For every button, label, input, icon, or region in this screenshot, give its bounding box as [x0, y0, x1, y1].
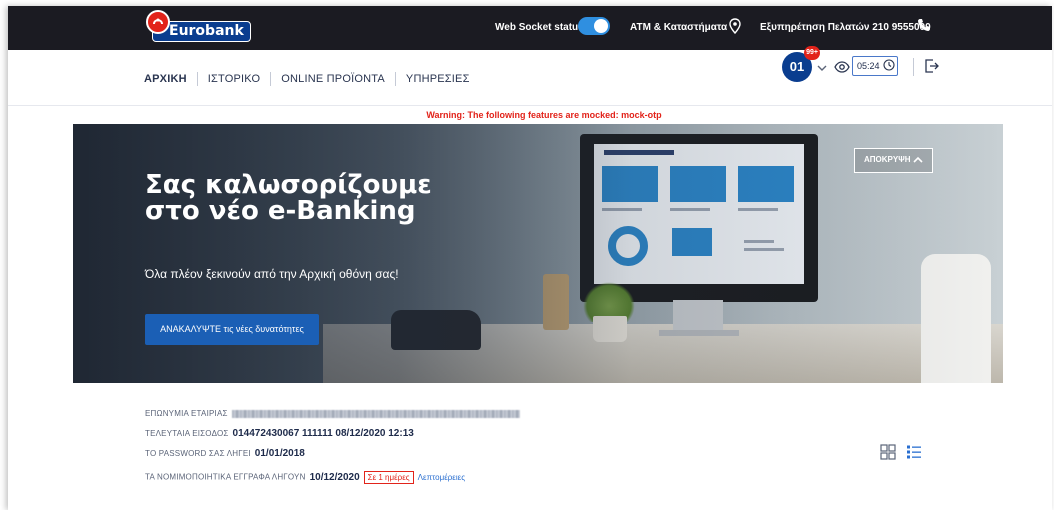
password-expiry-value: 01/01/2018 [254, 448, 305, 459]
grid-view-icon[interactable] [880, 444, 896, 460]
list-view-icon[interactable] [906, 444, 922, 460]
days-remaining-badge: Σε 1 ημέρες [363, 471, 414, 484]
tab-home[interactable]: ΑΡΧΙΚΗ [144, 73, 197, 85]
company-name-row: ΕΠΩΝΥΜΙΑ ΕΤΑΙΡΙΑΣ [145, 409, 520, 418]
toggle-knob [594, 19, 608, 33]
documents-expiry-label: ΤΑ ΝΟΜΙΜΟΠΟΙΗΤΙΚΑ ΕΓΓΡΑΦΑ ΛΗΓΟΥΝ [145, 472, 306, 482]
logo-emblem-icon [146, 10, 170, 34]
top-bar: Eurobank Web Socket status ATM & Καταστή… [8, 6, 1052, 50]
websocket-toggle[interactable] [578, 17, 610, 35]
websocket-status-label: Web Socket status [495, 22, 584, 33]
eye-icon[interactable] [834, 61, 850, 73]
hide-banner-label: ΑΠΟΚΡΥΨΗ [864, 155, 911, 164]
details-link[interactable]: Λεπτομέρειες [418, 473, 465, 482]
notification-badge[interactable]: 99+ [804, 46, 820, 60]
customer-support-label[interactable]: Εξυπηρέτηση Πελατών 210 9555000 [760, 22, 931, 33]
last-login-value: 014472430067 111111 08/12/2020 12:13 [232, 428, 414, 439]
password-expiry-row: ΤΟ PASSWORD ΣΑΣ ΛΗΓΕΙ 01/01/2018 [145, 448, 305, 459]
header-divider [913, 58, 914, 76]
tab-history[interactable]: ΙΣΤΟΡΙΚΟ [198, 73, 270, 85]
location-pin-icon[interactable] [729, 18, 741, 34]
hide-banner-button[interactable]: ΑΠΟΚΡΥΨΗ [854, 148, 933, 173]
tab-services[interactable]: ΥΠΗΡΕΣΙΕΣ [396, 73, 480, 85]
logout-icon[interactable] [924, 58, 940, 74]
banner-subtitle: Όλα πλέον ξεκινούν από την Αρχική οθόνη … [145, 267, 399, 281]
banner-title: Σας καλωσορίζουμε στο νέο e-Banking [145, 170, 432, 226]
chevron-up-icon [913, 156, 923, 163]
atm-stores-link[interactable]: ATM & Καταστήματα [630, 22, 727, 33]
discover-features-button[interactable]: ΑΝΑΚΑΛΥΨΤΕ τις νέες δυνατότητες [145, 314, 319, 345]
app-window: Eurobank Web Socket status ATM & Καταστή… [8, 6, 1052, 510]
company-name-label: ΕΠΩΝΥΜΙΑ ΕΤΑΙΡΙΑΣ [145, 409, 228, 418]
company-name-redacted [231, 409, 520, 418]
last-login-row: ΤΕΛΕΥΤΑΙΑ ΕΙΣΟΔΟΣ 014472430067 111111 08/… [145, 428, 414, 439]
password-expiry-label: ΤΟ PASSWORD ΣΑΣ ΛΗΓΕΙ [145, 449, 251, 458]
mock-warning-message: Warning: The following features are mock… [426, 110, 662, 120]
welcome-banner: Σας καλωσορίζουμε στο νέο e-Banking Όλα … [73, 124, 1003, 383]
documents-expiry-row: ΤΑ ΝΟΜΙΜΟΠΟΙΗΤΙΚΑ ΕΓΓΡΑΦΑ ΛΗΓΟΥΝ 10/12/20… [145, 471, 465, 484]
refresh-timer-icon[interactable] [883, 59, 895, 71]
eurobank-logo[interactable]: Eurobank [140, 10, 251, 44]
chevron-down-icon[interactable] [817, 64, 827, 72]
session-timer-value: 05:24 [857, 61, 880, 71]
last-login-label: ΤΕΛΕΥΤΑΙΑ ΕΙΣΟΔΟΣ [145, 429, 229, 438]
phone-icon[interactable] [917, 18, 931, 32]
tab-online-products[interactable]: ONLINE ΠΡΟΪΟΝΤΑ [271, 73, 395, 85]
documents-expiry-value: 10/12/2020 [309, 471, 360, 483]
